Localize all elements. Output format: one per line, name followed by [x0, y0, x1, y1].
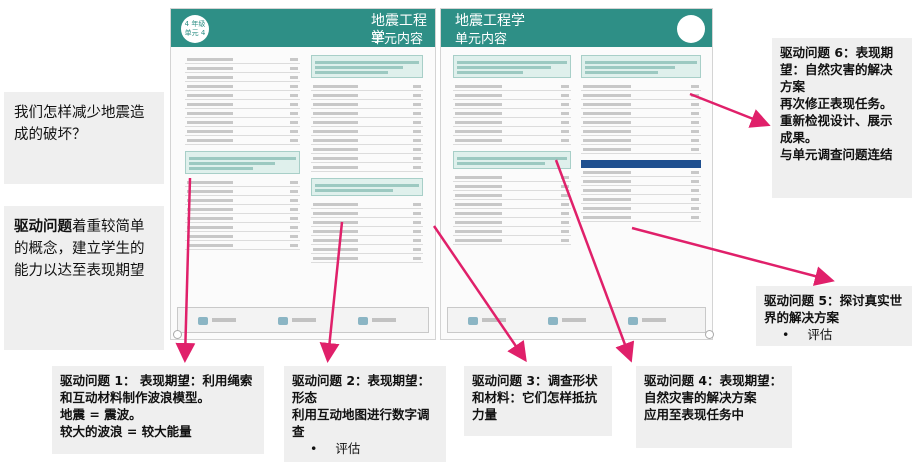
left-page: 4 年级 单元 4 地震工程学 单元内容	[170, 8, 436, 340]
left-page-column-b	[311, 55, 423, 263]
left-page-footer	[177, 307, 429, 333]
content-panel	[581, 55, 701, 78]
left-page-banner: 4 年级 单元 4 地震工程学 单元内容	[171, 9, 435, 47]
right-page-column-a	[453, 55, 571, 245]
content-panel	[311, 178, 423, 196]
right-page-banner: 地震工程学 单元内容	[441, 9, 712, 47]
content-panel	[453, 151, 571, 169]
prev-page-button[interactable]	[173, 330, 182, 339]
right-page-title: 地震工程学	[455, 13, 525, 29]
section-header-bar	[581, 160, 701, 168]
right-page-subtitle: 单元内容	[455, 32, 508, 47]
right-page-footer	[447, 307, 706, 333]
digital-icon	[628, 317, 638, 325]
intro-callout: 驱动问题着重较简单的概念，建立学生的能力以达至表现期望	[4, 206, 164, 350]
grade-unit-badge: 4 年级 单元 4	[181, 15, 209, 43]
driving-question-3-callout: 驱动问题 3：调查形状和材料：它们怎样抵抗力量	[464, 366, 612, 436]
driving-question-4-callout: 驱动问题 4：表现期望：自然灾害的解决方案 应用至表现任务中	[636, 366, 792, 448]
right-page: 地震工程学 单元内容	[440, 8, 713, 340]
driving-question-5-callout: 驱动问题 5：探讨真实世界的解决方案 评估	[756, 286, 912, 346]
teacher-guide-icon	[198, 317, 208, 325]
inquiry-icon	[278, 317, 288, 325]
driving-question-6-callout: 驱动问题 6：表现期望：自然灾害的解决方案 再次修正表现任务。 重新检视设计、展…	[772, 38, 912, 198]
assessment-bullet: 评估	[764, 326, 904, 343]
unit-badge	[677, 15, 705, 43]
unit-question-callout: 我们怎样减少地震造成的破坏？	[4, 92, 164, 184]
content-panel	[185, 151, 300, 174]
digital-icon	[358, 317, 368, 325]
driving-question-2-callout: 驱动问题 2：表现期望：形态 利用互动地图进行数字调查 评估	[284, 366, 446, 462]
assessment-bullet: 评估	[292, 440, 438, 457]
left-page-subtitle: 单元内容	[371, 32, 424, 47]
driving-question-1-callout: 驱动问题 1： 表现期望：利用绳索和互动材料制作波浪模型。 地震 = 震波。 较…	[52, 366, 264, 454]
content-panel	[453, 55, 571, 78]
inquiry-icon	[548, 317, 558, 325]
next-page-button[interactable]	[705, 330, 714, 339]
teacher-guide-icon	[468, 317, 478, 325]
right-page-column-b	[581, 55, 701, 222]
content-panel	[311, 55, 423, 78]
left-page-column-a	[185, 55, 300, 250]
